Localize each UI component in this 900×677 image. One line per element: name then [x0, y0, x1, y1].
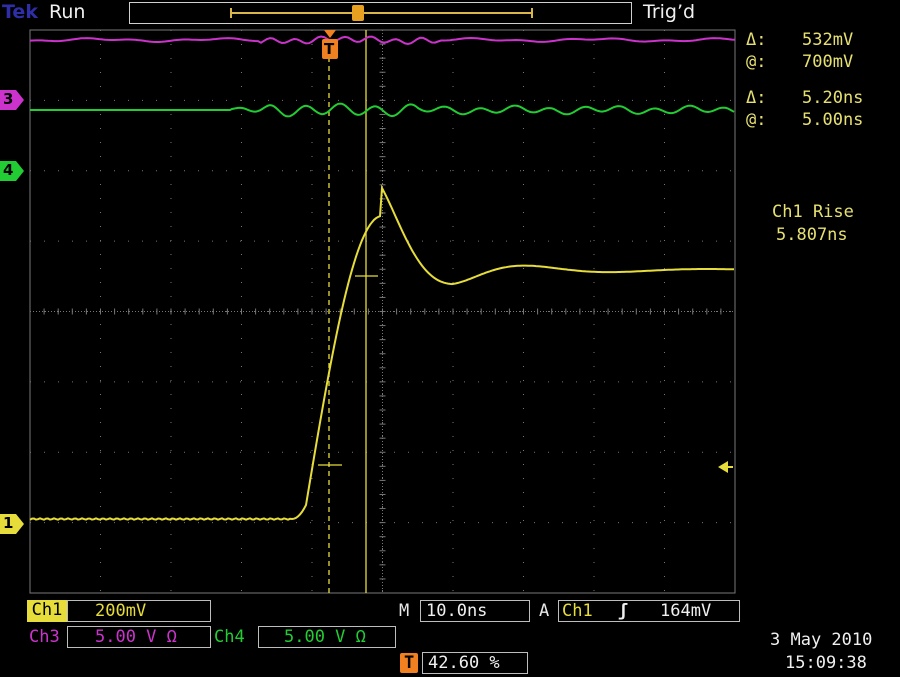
record-trigger-marker-icon: [352, 5, 364, 21]
graticule-grid: [29, 29, 736, 594]
measurement-label: Ch1 Rise: [772, 202, 854, 222]
trigger-state: Trig’d: [643, 1, 696, 23]
at-t-symbol: @:: [746, 110, 767, 130]
trigger-position-readout[interactable]: T 42.60 %: [400, 652, 528, 674]
ch1-scale: 200mV: [95, 601, 147, 621]
ch3-waveform: [29, 35, 736, 46]
record-window-bracket-right: [531, 8, 533, 18]
trigger-position-marker[interactable]: T: [321, 30, 339, 60]
timebase-readout[interactable]: M 10.0ns: [396, 600, 531, 622]
ch4-scale: 5.00 V Ω: [284, 627, 366, 647]
brand-logo: Tek: [2, 1, 38, 23]
rise-measurement-ticks: [318, 275, 378, 466]
record-line: [230, 12, 532, 14]
ch3-ground-marker[interactable]: 3: [0, 90, 24, 110]
ch3-scale: 5.00 V Ω: [95, 627, 177, 647]
timebase-value: 10.0ns: [426, 601, 488, 621]
trigger-source: Ch1: [562, 601, 593, 621]
cursor-readouts: Δ: 532mV @: 700mV Δ: 5.20ns @: 5.00ns Ch…: [742, 30, 900, 250]
ch3-settings[interactable]: Ch3 5.00 V Ω: [27, 626, 211, 648]
ch4-ground-marker[interactable]: 4: [0, 161, 24, 181]
ch3-label: Ch3: [29, 627, 60, 647]
ch4-settings[interactable]: Ch4 5.00 V Ω: [214, 626, 396, 648]
timebase-label: M: [399, 601, 410, 621]
delta-t-symbol: Δ:: [746, 88, 767, 108]
record-window-bracket-left: [230, 8, 232, 18]
ch1-settings[interactable]: Ch1 200mV: [27, 600, 211, 622]
trigger-settings[interactable]: A Ch1 ʃ 164mV: [536, 600, 740, 622]
ch1-label: Ch1: [27, 600, 67, 622]
trigger-level-arrow-icon[interactable]: [718, 459, 734, 475]
trigger-slope-icon: ʃ: [618, 601, 629, 621]
at-t-value: 5.00ns: [802, 110, 864, 130]
delta-v-value: 532mV: [802, 30, 854, 50]
trigger-level: 164mV: [660, 601, 712, 621]
ch4-label: Ch4: [214, 627, 245, 647]
measurement-value: 5.807ns: [776, 225, 848, 245]
delta-t-value: 5.20ns: [802, 88, 864, 108]
top-status-bar: Tek Run Trig’d: [0, 0, 900, 26]
ch1-ground-marker[interactable]: 1: [0, 514, 24, 534]
at-v-symbol: @:: [746, 52, 767, 72]
trigger-position-value: 42.60 %: [428, 653, 500, 673]
acquisition-state: Run: [49, 1, 86, 23]
at-v-value: 700mV: [802, 52, 854, 72]
delta-v-symbol: Δ:: [746, 30, 767, 50]
date-display: 3 May 2010: [770, 630, 873, 650]
trigger-mode: A: [539, 601, 550, 621]
time-display: 15:09:38: [785, 653, 867, 673]
record-view-bar: [129, 2, 632, 24]
